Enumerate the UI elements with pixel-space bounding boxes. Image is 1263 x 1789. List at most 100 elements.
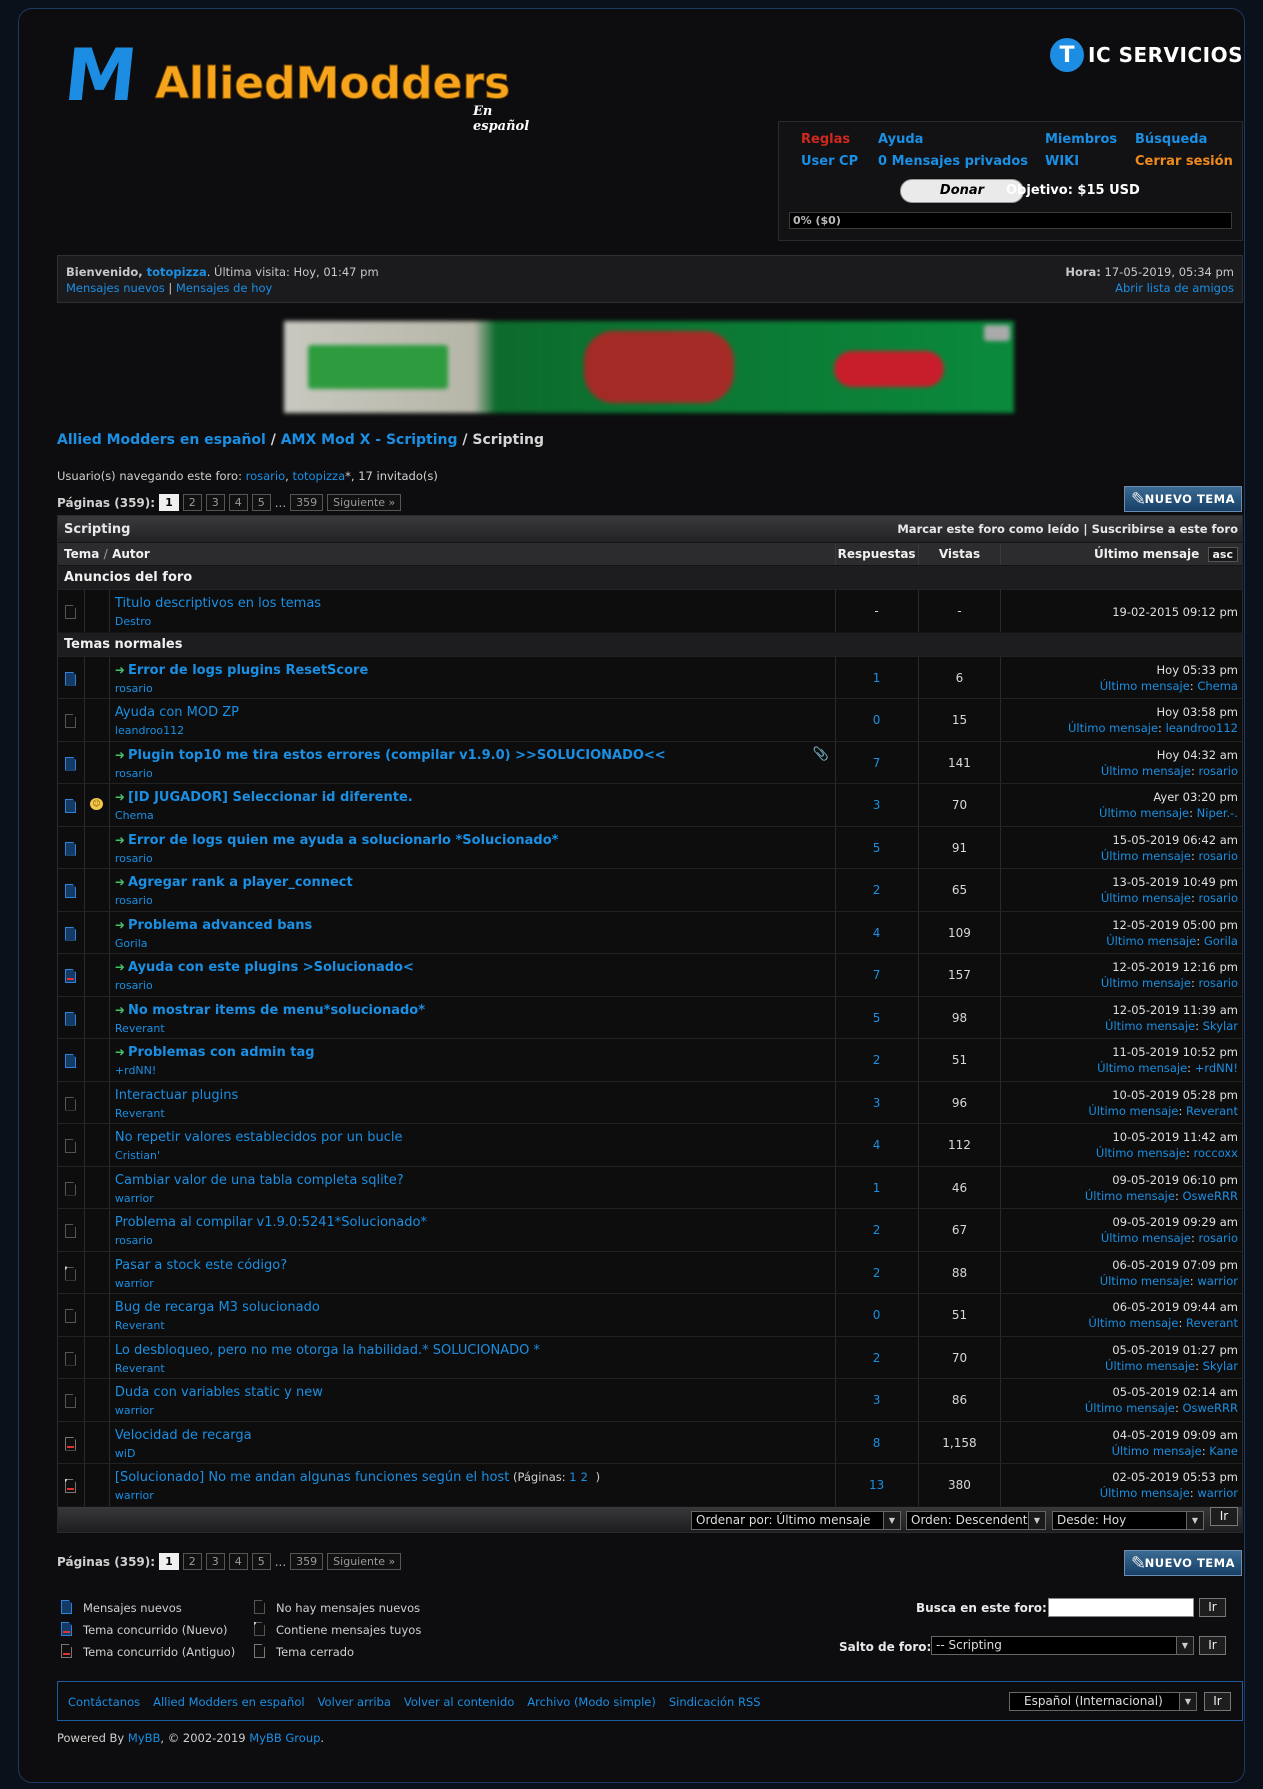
last-post-user[interactable]: rosario: [1198, 1231, 1238, 1245]
no-new-posts-icon[interactable]: [65, 1266, 76, 1281]
thread-author-link[interactable]: wiD: [115, 1447, 136, 1460]
last-post-user[interactable]: leandroo112: [1166, 721, 1238, 735]
logout-link[interactable]: Cerrar sesión: [1135, 154, 1233, 169]
no-new-posts-icon[interactable]: [65, 1394, 76, 1408]
thread-replies[interactable]: 3: [836, 1081, 919, 1123]
new-thread-button[interactable]: ✎ NUEVO TEMA: [1124, 486, 1242, 512]
col-topic[interactable]: Tema: [64, 547, 99, 561]
page-link[interactable]: 3: [205, 494, 225, 511]
new-posts-icon[interactable]: [65, 799, 76, 813]
last-post-user[interactable]: Reverant: [1186, 1316, 1238, 1330]
go-to-new-arrow-icon[interactable]: ➜: [115, 875, 125, 889]
thread-author-link[interactable]: warrior: [115, 1192, 154, 1205]
thread-subject-link[interactable]: No mostrar items de menu*solucionado*: [128, 1003, 425, 1018]
no-new-posts-icon[interactable]: [65, 1224, 76, 1238]
thread-replies[interactable]: 2: [836, 1209, 919, 1251]
thread-author-link[interactable]: rosario: [115, 979, 153, 992]
last-post-link[interactable]: Último mensaje: [1101, 764, 1191, 778]
col-last-post[interactable]: Último mensaje: [1094, 547, 1199, 561]
col-author[interactable]: Autor: [112, 547, 150, 561]
no-new-posts-icon[interactable]: [65, 1351, 76, 1366]
thread-replies[interactable]: 0: [836, 699, 919, 741]
thread-subject-link[interactable]: Problema al compilar v1.9.0:5241*Solucio…: [115, 1215, 427, 1230]
thread-author-link[interactable]: rosario: [115, 682, 153, 695]
buddy-list-link[interactable]: Abrir lista de amigos: [1065, 280, 1234, 296]
thread-replies[interactable]: 2: [836, 869, 919, 911]
last-post-link[interactable]: Último mensaje: [1101, 1231, 1191, 1245]
browsing-user[interactable]: rosario: [246, 469, 286, 483]
subscribe-link[interactable]: Suscribirse a este foro: [1092, 522, 1238, 536]
last-post-link[interactable]: Último mensaje: [1068, 721, 1158, 735]
thread-author-link[interactable]: warrior: [115, 1404, 154, 1417]
page-link[interactable]: 4: [228, 494, 248, 511]
last-post-user[interactable]: roccoxx: [1194, 1146, 1238, 1160]
thread-subject-link[interactable]: Pasar a stock este código?: [115, 1258, 287, 1273]
language-select[interactable]: Español (Internacional) ▼: [1009, 1692, 1197, 1711]
last-post-user[interactable]: Skylar: [1203, 1359, 1238, 1373]
go-to-new-arrow-icon[interactable]: ➜: [115, 833, 125, 847]
sort-by-select[interactable]: Ordenar por: Último mensaje ▼: [691, 1510, 901, 1530]
thread-subject-link[interactable]: Problemas con admin tag: [128, 1045, 315, 1060]
banner-close-icon[interactable]: [984, 325, 1010, 341]
thread-replies[interactable]: 7: [836, 741, 919, 783]
thread-author-link[interactable]: rosario: [115, 767, 153, 780]
thread-replies[interactable]: 1: [836, 656, 919, 698]
last-post-link[interactable]: Último mensaje: [1085, 1189, 1175, 1203]
thread-author-link[interactable]: rosario: [115, 894, 153, 907]
thread-subject-link[interactable]: Lo desbloqueo, pero no me otorga la habi…: [115, 1343, 540, 1358]
thread-author-link[interactable]: Chema: [115, 809, 154, 822]
date-cut-select[interactable]: Desde: Hoy ▼: [1052, 1510, 1204, 1530]
last-post-link[interactable]: Último mensaje: [1100, 1486, 1190, 1500]
advertisement-banner[interactable]: [284, 321, 1014, 413]
go-to-new-arrow-icon[interactable]: ➜: [115, 960, 125, 974]
last-post-link[interactable]: Último mensaje: [1088, 1316, 1178, 1330]
breadcrumb-home[interactable]: Allied Modders en español: [57, 432, 266, 448]
rules-link[interactable]: Reglas: [801, 132, 850, 147]
new-posts-icon[interactable]: [65, 1011, 76, 1026]
thread-replies[interactable]: 2: [836, 1039, 919, 1081]
thread-subject-link[interactable]: Velocidad de recarga: [115, 1428, 252, 1443]
site-logo[interactable]: M AlliedModders En español: [61, 33, 545, 134]
last-post-user[interactable]: Reverant: [1186, 1104, 1238, 1118]
no-new-posts-icon[interactable]: [65, 1181, 76, 1196]
thread-author-link[interactable]: rosario: [115, 1234, 153, 1247]
search-link[interactable]: Búsqueda: [1135, 132, 1207, 147]
sort-order-select[interactable]: Orden: Descendente ▼: [906, 1510, 1046, 1530]
last-post-link[interactable]: Último mensaje: [1096, 1146, 1186, 1160]
thread-subject-link[interactable]: Agregar rank a player_connect: [128, 875, 353, 890]
breadcrumb-forum[interactable]: AMX Mod X - Scripting: [281, 432, 458, 448]
thread-subject-link[interactable]: Bug de recarga M3 solucionado: [115, 1300, 320, 1315]
col-views[interactable]: Vistas: [919, 543, 1002, 565]
last-post-link[interactable]: Último mensaje: [1105, 1019, 1195, 1033]
new-posts-link[interactable]: Mensajes nuevos: [66, 281, 165, 295]
members-link[interactable]: Miembros: [1045, 132, 1117, 147]
thread-page-link[interactable]: 1: [569, 1470, 576, 1484]
thread-replies[interactable]: 1: [836, 1166, 919, 1208]
hot-thread-old-icon[interactable]: [65, 1479, 76, 1493]
last-post-link[interactable]: Último mensaje: [1100, 679, 1190, 693]
sort-go-button[interactable]: Ir: [1210, 1506, 1238, 1526]
mark-read-link[interactable]: Marcar este foro como leído: [897, 522, 1079, 536]
last-post-user[interactable]: Kane: [1209, 1444, 1238, 1458]
last-post-link[interactable]: Último mensaje: [1106, 934, 1196, 948]
mybb-group-link[interactable]: MyBB Group: [249, 1731, 320, 1745]
thread-author-link[interactable]: +rdNN!: [115, 1064, 156, 1077]
footer-link-archive[interactable]: Archivo (Modo simple): [527, 1695, 656, 1709]
thread-subject-link[interactable]: Cambiar valor de una tabla completa sqli…: [115, 1173, 404, 1188]
tic-servicios-logo[interactable]: T IC SERVICIOS: [1050, 37, 1243, 73]
private-messages-link[interactable]: 0 Mensajes privados: [878, 154, 1028, 169]
language-go-button[interactable]: Ir: [1204, 1692, 1231, 1711]
thread-author-link[interactable]: Cristian': [115, 1149, 160, 1162]
thread-replies[interactable]: 4: [836, 911, 919, 953]
col-replies[interactable]: Respuestas: [836, 543, 919, 565]
last-post-user[interactable]: rosario: [1198, 891, 1238, 905]
last-post-user[interactable]: warrior: [1197, 1274, 1238, 1288]
thread-replies[interactable]: 3: [836, 784, 919, 826]
thread-replies[interactable]: 5: [836, 826, 919, 868]
user-cp-link[interactable]: User CP: [801, 154, 858, 169]
last-post-link[interactable]: Último mensaje: [1100, 1274, 1190, 1288]
thread-page-link[interactable]: 2: [581, 1470, 588, 1484]
thread-author-link[interactable]: Gorila: [115, 937, 148, 950]
new-posts-icon[interactable]: [65, 884, 76, 898]
thread-author-link[interactable]: warrior: [115, 1489, 154, 1502]
